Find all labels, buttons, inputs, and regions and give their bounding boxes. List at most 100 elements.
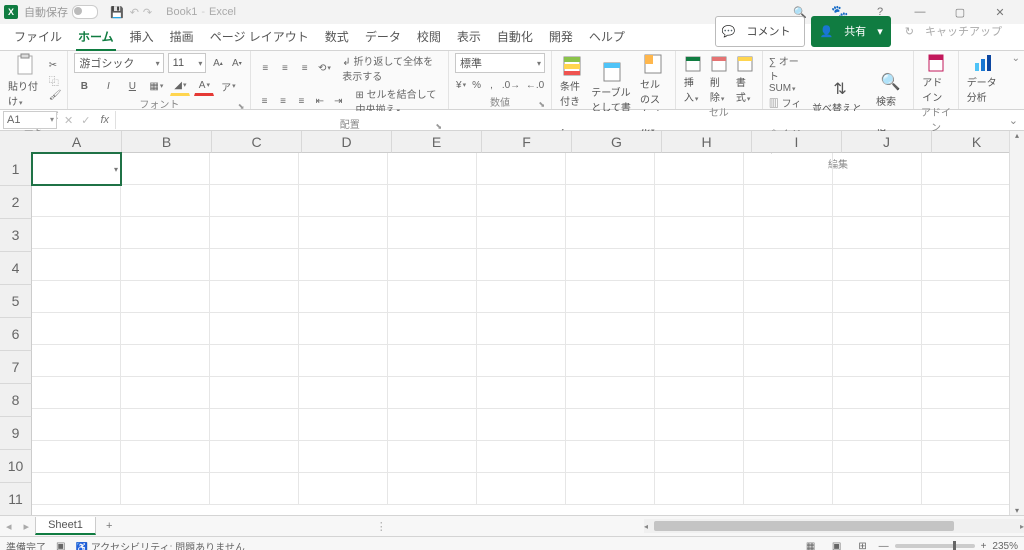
cell-I9[interactable] [744,409,833,441]
name-box[interactable]: A1 [3,111,57,129]
cell-K6[interactable] [922,313,1011,345]
align-bottom-icon[interactable]: ≡ [297,59,313,77]
page-layout-view-icon[interactable]: ▣ [827,539,847,550]
wrap-text-button[interactable]: ↲ 折り返して全体を表示する [342,53,442,83]
cell-I10[interactable] [744,441,833,473]
page-break-view-icon[interactable]: ⊞ [853,539,873,550]
cut-icon[interactable]: ✂ [49,60,62,71]
col-header-E[interactable]: E [392,131,482,153]
cell-A11[interactable] [32,473,121,505]
font-name-select[interactable]: 游ゴシック [74,53,163,73]
col-header-I[interactable]: I [752,131,842,153]
cell-H10[interactable] [655,441,744,473]
addins-button[interactable]: アドイン [920,53,951,104]
cell-E9[interactable] [388,409,477,441]
row-header-11[interactable]: 11 [0,483,32,515]
expand-formula-icon[interactable]: ⌄ [1003,114,1024,127]
format-painter-icon[interactable]: 🖌 [49,90,62,101]
cell-F4[interactable] [477,249,566,281]
cell-B5[interactable] [121,281,210,313]
zoom-out-button[interactable]: — [879,541,889,550]
tab-review[interactable]: 校閲 [409,24,449,50]
sheet-tab-active[interactable]: Sheet1 [35,517,96,535]
cell-A10[interactable] [32,441,121,473]
align-left-icon[interactable]: ≡ [257,92,271,110]
tab-help[interactable]: ヘルプ [581,24,633,50]
qat-undo-icon[interactable]: ↶ [130,6,139,19]
underline-button[interactable]: U [122,77,142,95]
copy-icon[interactable]: ⿻ [49,73,62,88]
select-all-corner[interactable] [0,131,33,154]
cell-I7[interactable] [744,345,833,377]
catchup-button[interactable]: ↻ キャッチアップ [897,19,1018,44]
share-button[interactable]: 👤 共有 ▾ [811,16,890,47]
bold-button[interactable]: B [74,77,94,95]
cell-G3[interactable] [566,217,655,249]
cell-A9[interactable] [32,409,121,441]
cell-E11[interactable] [388,473,477,505]
row-header-4[interactable]: 4 [0,252,32,285]
cell-J2[interactable] [833,185,922,217]
cell-E1[interactable] [388,153,477,185]
accessibility-status[interactable]: ♿ アクセシビリティ: 問題ありません [75,539,244,550]
tab-home[interactable]: ホーム [70,24,122,50]
enter-formula-icon[interactable]: ✓ [77,114,94,127]
col-header-J[interactable]: J [842,131,932,153]
cell-E8[interactable] [388,377,477,409]
cell-C8[interactable] [210,377,299,409]
cell-G7[interactable] [566,345,655,377]
cell-B9[interactable] [121,409,210,441]
cell-I2[interactable] [744,185,833,217]
fx-icon[interactable]: fx [94,114,115,126]
align-top-icon[interactable]: ≡ [257,59,273,77]
cell-K9[interactable] [922,409,1011,441]
col-header-B[interactable]: B [122,131,212,153]
cell-H1[interactable] [655,153,744,185]
cell-D8[interactable] [299,377,388,409]
cell-H3[interactable] [655,217,744,249]
cell-F7[interactable] [477,345,566,377]
tab-developer[interactable]: 開発 [541,24,581,50]
format-cells-button[interactable]: 書式 [734,53,756,104]
cell-A5[interactable] [32,281,121,313]
cell-J6[interactable] [833,313,922,345]
cell-E7[interactable] [388,345,477,377]
cell-C7[interactable] [210,345,299,377]
cell-B1[interactable] [121,153,210,185]
cell-C3[interactable] [210,217,299,249]
collapse-ribbon-icon[interactable]: ⌄ [1008,51,1024,109]
insert-cells-button[interactable]: 挿入 [682,53,704,104]
cell-F10[interactable] [477,441,566,473]
cell-B6[interactable] [121,313,210,345]
accounting-format-icon[interactable]: ¥ [455,76,467,94]
italic-button[interactable]: I [98,77,118,95]
tab-insert[interactable]: 挿入 [122,24,162,50]
paste-button[interactable]: 貼り付け [6,53,45,108]
border-button[interactable]: ▦ [146,77,166,95]
cell-A3[interactable] [32,217,121,249]
cell-G4[interactable] [566,249,655,281]
row-header-8[interactable]: 8 [0,384,32,417]
cell-C9[interactable] [210,409,299,441]
cell-F2[interactable] [477,185,566,217]
formula-input[interactable] [115,111,1003,129]
cell-A2[interactable] [32,185,121,217]
col-header-H[interactable]: H [662,131,752,153]
cell-I11[interactable] [744,473,833,505]
tab-file[interactable]: ファイル [6,24,70,50]
cell-E10[interactable] [388,441,477,473]
cell-E5[interactable] [388,281,477,313]
data-analysis-button[interactable]: データ分析 [965,53,1002,104]
cell-K2[interactable] [922,185,1011,217]
orientation-icon[interactable]: ⟲ [317,59,333,77]
tab-draw[interactable]: 描画 [162,24,202,50]
cell-J4[interactable] [833,249,922,281]
font-color-button[interactable]: A [194,76,214,96]
col-header-D[interactable]: D [302,131,392,153]
cell-K8[interactable] [922,377,1011,409]
row-header-6[interactable]: 6 [0,318,32,351]
cell-J9[interactable] [833,409,922,441]
cell-B7[interactable] [121,345,210,377]
cell-K10[interactable] [922,441,1011,473]
cell-G11[interactable] [566,473,655,505]
